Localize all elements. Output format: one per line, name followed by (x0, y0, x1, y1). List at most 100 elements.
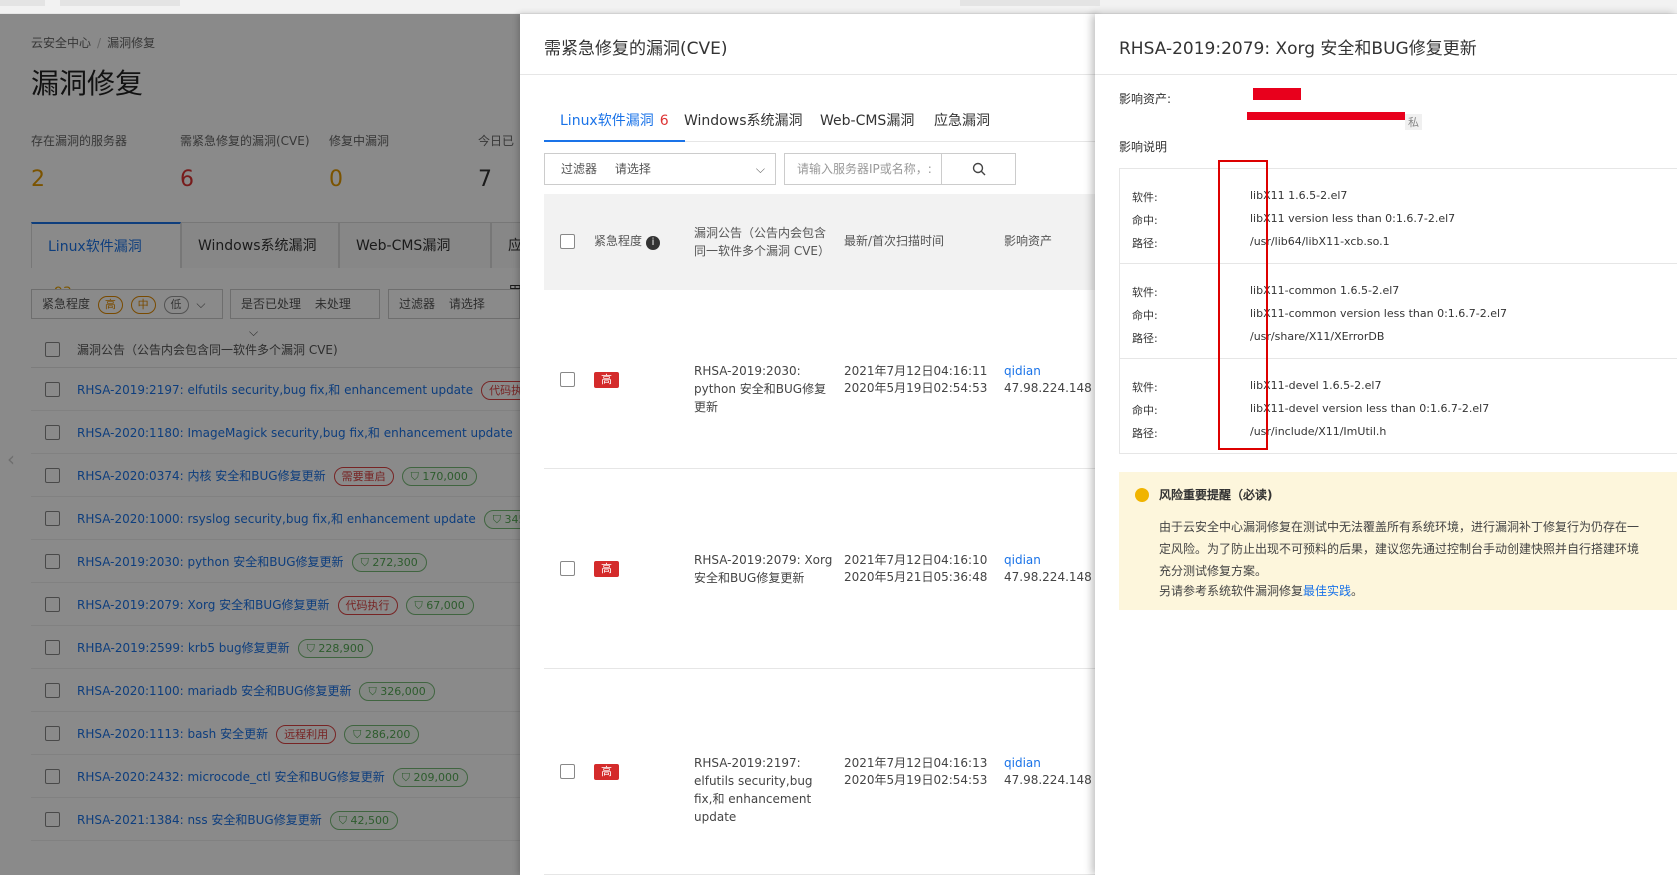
vuln-name[interactable]: RHSA-2019:2079: Xorg 安全和BUG修复更新 (694, 551, 834, 587)
affected-asset: qidian 47.98.224.148 (1004, 552, 1092, 586)
software-label: 软件: (1132, 191, 1158, 204)
vuln-detail-drawer: RHSA-2019:2079: Xorg 安全和BUG修复更新 影响资产: 私 … (1095, 14, 1677, 875)
scan-times: 2021年7月12日04:16:11 2020年5月19日02:54:53 (844, 363, 987, 397)
first-scan: 2020年5月19日02:54:53 (844, 381, 988, 395)
select-all-checkbox[interactable] (560, 234, 575, 249)
software-value: libX11-common 1.6.5-2.el7 (1250, 284, 1400, 297)
impact-group: 软件: libX11 1.6.5-2.el7 命中: libX11 versio… (1120, 169, 1677, 264)
column-notice: 漏洞公告（公告内会包含同一软件多个漏洞 CVE） (694, 226, 830, 258)
scan-times: 2021年7月12日04:16:13 2020年5月19日02:54:53 (844, 755, 987, 789)
path-value: /usr/include/X11/ImUtil.h (1250, 425, 1387, 438)
software-value: libX11-devel 1.6.5-2.el7 (1250, 379, 1382, 392)
severity-badge: 高 (594, 372, 619, 388)
tab-label: 应急漏洞 (934, 113, 990, 129)
hit-label: 命中: (1132, 404, 1158, 417)
private-ip-tag: 私 (1405, 114, 1422, 130)
scan-times: 2021年7月12日04:16:10 2020年5月21日05:36:48 (844, 552, 987, 586)
redacted-asset-ip (1247, 112, 1405, 120)
impact-desc-label: 影响说明 (1119, 140, 1168, 154)
row-checkbox[interactable] (560, 372, 575, 387)
path-label: 路径: (1132, 427, 1158, 440)
warning-icon (1135, 488, 1149, 502)
asset-label: 影响资产: (1119, 92, 1172, 106)
hit-value: libX11-devel version less than 0:1.6.7-2… (1250, 402, 1490, 415)
urgent-cve-drawer: 需紧急修复的漏洞(CVE) Linux软件漏洞 6 Windows系统漏洞 Web… (520, 14, 1100, 875)
latest-scan: 2021年7月12日04:16:10 (844, 553, 988, 567)
path-label: 路径: (1132, 237, 1158, 250)
table-row[interactable]: 高 RHSA-2019:2079: Xorg 安全和BUG修复更新 2021年7月1… (544, 469, 1100, 669)
warning-footer: 另请参考系统软件漏洞修复最佳实践。 (1159, 582, 1363, 599)
column-scan-time: 最新/首次扫描时间 (844, 234, 945, 248)
highlight-annotation-box (1218, 160, 1268, 450)
affected-asset: qidian 47.98.224.148 (1004, 363, 1092, 397)
asset-ip: 47.98.224.148 (1004, 570, 1092, 584)
warning-title: 风险重要提醒（必读) (1159, 488, 1273, 502)
warning-body: 由于云安全中心漏洞修复在测试中无法覆盖所有系统环境，进行漏洞补丁修复行为仍存在一… (1159, 520, 1640, 578)
search-placeholder: 请输入服务器IP或名称，: (797, 162, 932, 176)
browser-top-bar (0, 0, 1677, 14)
vuln-name[interactable]: RHSA-2019:2030: python 安全和BUG修复更新 (694, 362, 834, 416)
info-icon[interactable]: i (646, 236, 661, 250)
warning-footer-suffix: 。 (1351, 584, 1364, 598)
top-bar-block (60, 0, 180, 6)
severity-badge: 高 (594, 561, 619, 577)
row-checkbox[interactable] (560, 561, 575, 576)
tab-emergency[interactable]: 应急漏洞 (934, 100, 990, 142)
drawer-tabs: Linux软件漏洞 6 Windows系统漏洞 Web-CMS漏洞 应急漏洞 (544, 100, 1100, 142)
path-label: 路径: (1132, 332, 1158, 345)
impact-group: 软件: libX11-devel 1.6.5-2.el7 命中: libX11-… (1120, 359, 1677, 454)
search-icon (972, 162, 985, 176)
first-scan: 2020年5月19日02:54:53 (844, 773, 988, 787)
filter-label: 过滤器 (561, 162, 598, 176)
hit-value: libX11 version less than 0:1.6.7-2.el7 (1250, 212, 1456, 225)
search-button[interactable] (941, 154, 1015, 184)
affected-asset: qidian 47.98.224.148 (1004, 755, 1092, 789)
table-row[interactable]: 高 RHSA-2019:2197: elfutils security,bug f… (544, 669, 1100, 875)
impact-group: 软件: libX11-common 1.6.5-2.el7 命中: libX11… (1120, 264, 1677, 359)
row-checkbox[interactable] (560, 764, 575, 779)
hit-label: 命中: (1132, 309, 1158, 322)
first-scan: 2020年5月21日05:36:48 (844, 570, 988, 584)
column-asset: 影响资产 (1004, 234, 1053, 248)
risk-warning-panel: 风险重要提醒（必读) 由于云安全中心漏洞修复在测试中无法覆盖所有系统环境，进行漏… (1119, 472, 1677, 610)
filter-select[interactable]: 过滤器 请选择 ⌵ (544, 153, 776, 185)
tab-count: 6 (659, 113, 669, 129)
table-header: 紧急程度 i 漏洞公告（公告内会包含同一软件多个漏洞 CVE） 最新/首次扫描时间… (544, 194, 1100, 290)
tab-linux[interactable]: Linux软件漏洞 6 (544, 100, 685, 142)
tab-label: Web-CMS漏洞 (820, 113, 915, 129)
latest-scan: 2021年7月12日04:16:13 (844, 756, 988, 770)
asset-host-link[interactable]: qidian (1004, 363, 1092, 380)
impact-detail-box: 软件: libX11 1.6.5-2.el7 命中: libX11 versio… (1119, 168, 1677, 454)
vuln-name[interactable]: RHSA-2019:2197: elfutils security,bug fi… (694, 754, 834, 826)
hit-value: libX11-common version less than 0:1.6.7-… (1250, 307, 1508, 320)
redacted-asset-name (1253, 88, 1301, 100)
severity-badge: 高 (594, 764, 619, 780)
path-value: /usr/share/X11/XErrorDB (1250, 330, 1385, 343)
divider (520, 74, 1100, 75)
hit-label: 命中: (1132, 214, 1158, 227)
best-practice-link[interactable]: 最佳实践 (1303, 584, 1351, 598)
tab-web-cms[interactable]: Web-CMS漏洞 (820, 100, 914, 142)
asset-host-link[interactable]: qidian (1004, 552, 1092, 569)
tab-windows[interactable]: Windows系统漏洞 (684, 100, 803, 142)
drawer-title: 需紧急修复的漏洞(CVE) (544, 39, 728, 59)
top-bar-block (960, 0, 1100, 6)
search-input[interactable]: 请输入服务器IP或名称，: (784, 153, 1016, 185)
asset-ip: 47.98.224.148 (1004, 773, 1092, 787)
filter-value: 请选择 (614, 162, 651, 176)
top-bar-block (0, 0, 45, 6)
tab-label: Linux软件漏洞 (560, 113, 654, 129)
warning-footer-text: 另请参考系统软件漏洞修复 (1159, 584, 1304, 598)
tab-label: Windows系统漏洞 (684, 113, 803, 129)
column-severity[interactable]: 紧急程度 i (594, 232, 661, 250)
software-label: 软件: (1132, 286, 1158, 299)
asset-host-link[interactable]: qidian (1004, 755, 1092, 772)
software-label: 软件: (1132, 381, 1158, 394)
asset-ip: 47.98.224.148 (1004, 381, 1092, 395)
detail-title: RHSA-2019:2079: Xorg 安全和BUG修复更新 (1119, 39, 1477, 59)
path-value: /usr/lib64/libX11-xcb.so.1 (1250, 235, 1390, 248)
table-row[interactable]: 高 RHSA-2019:2030: python 安全和BUG修复更新 2021年7… (544, 290, 1100, 469)
latest-scan: 2021年7月12日04:16:11 (844, 364, 988, 378)
divider (1095, 74, 1677, 75)
chevron-down-icon: ⌵ (755, 162, 765, 176)
